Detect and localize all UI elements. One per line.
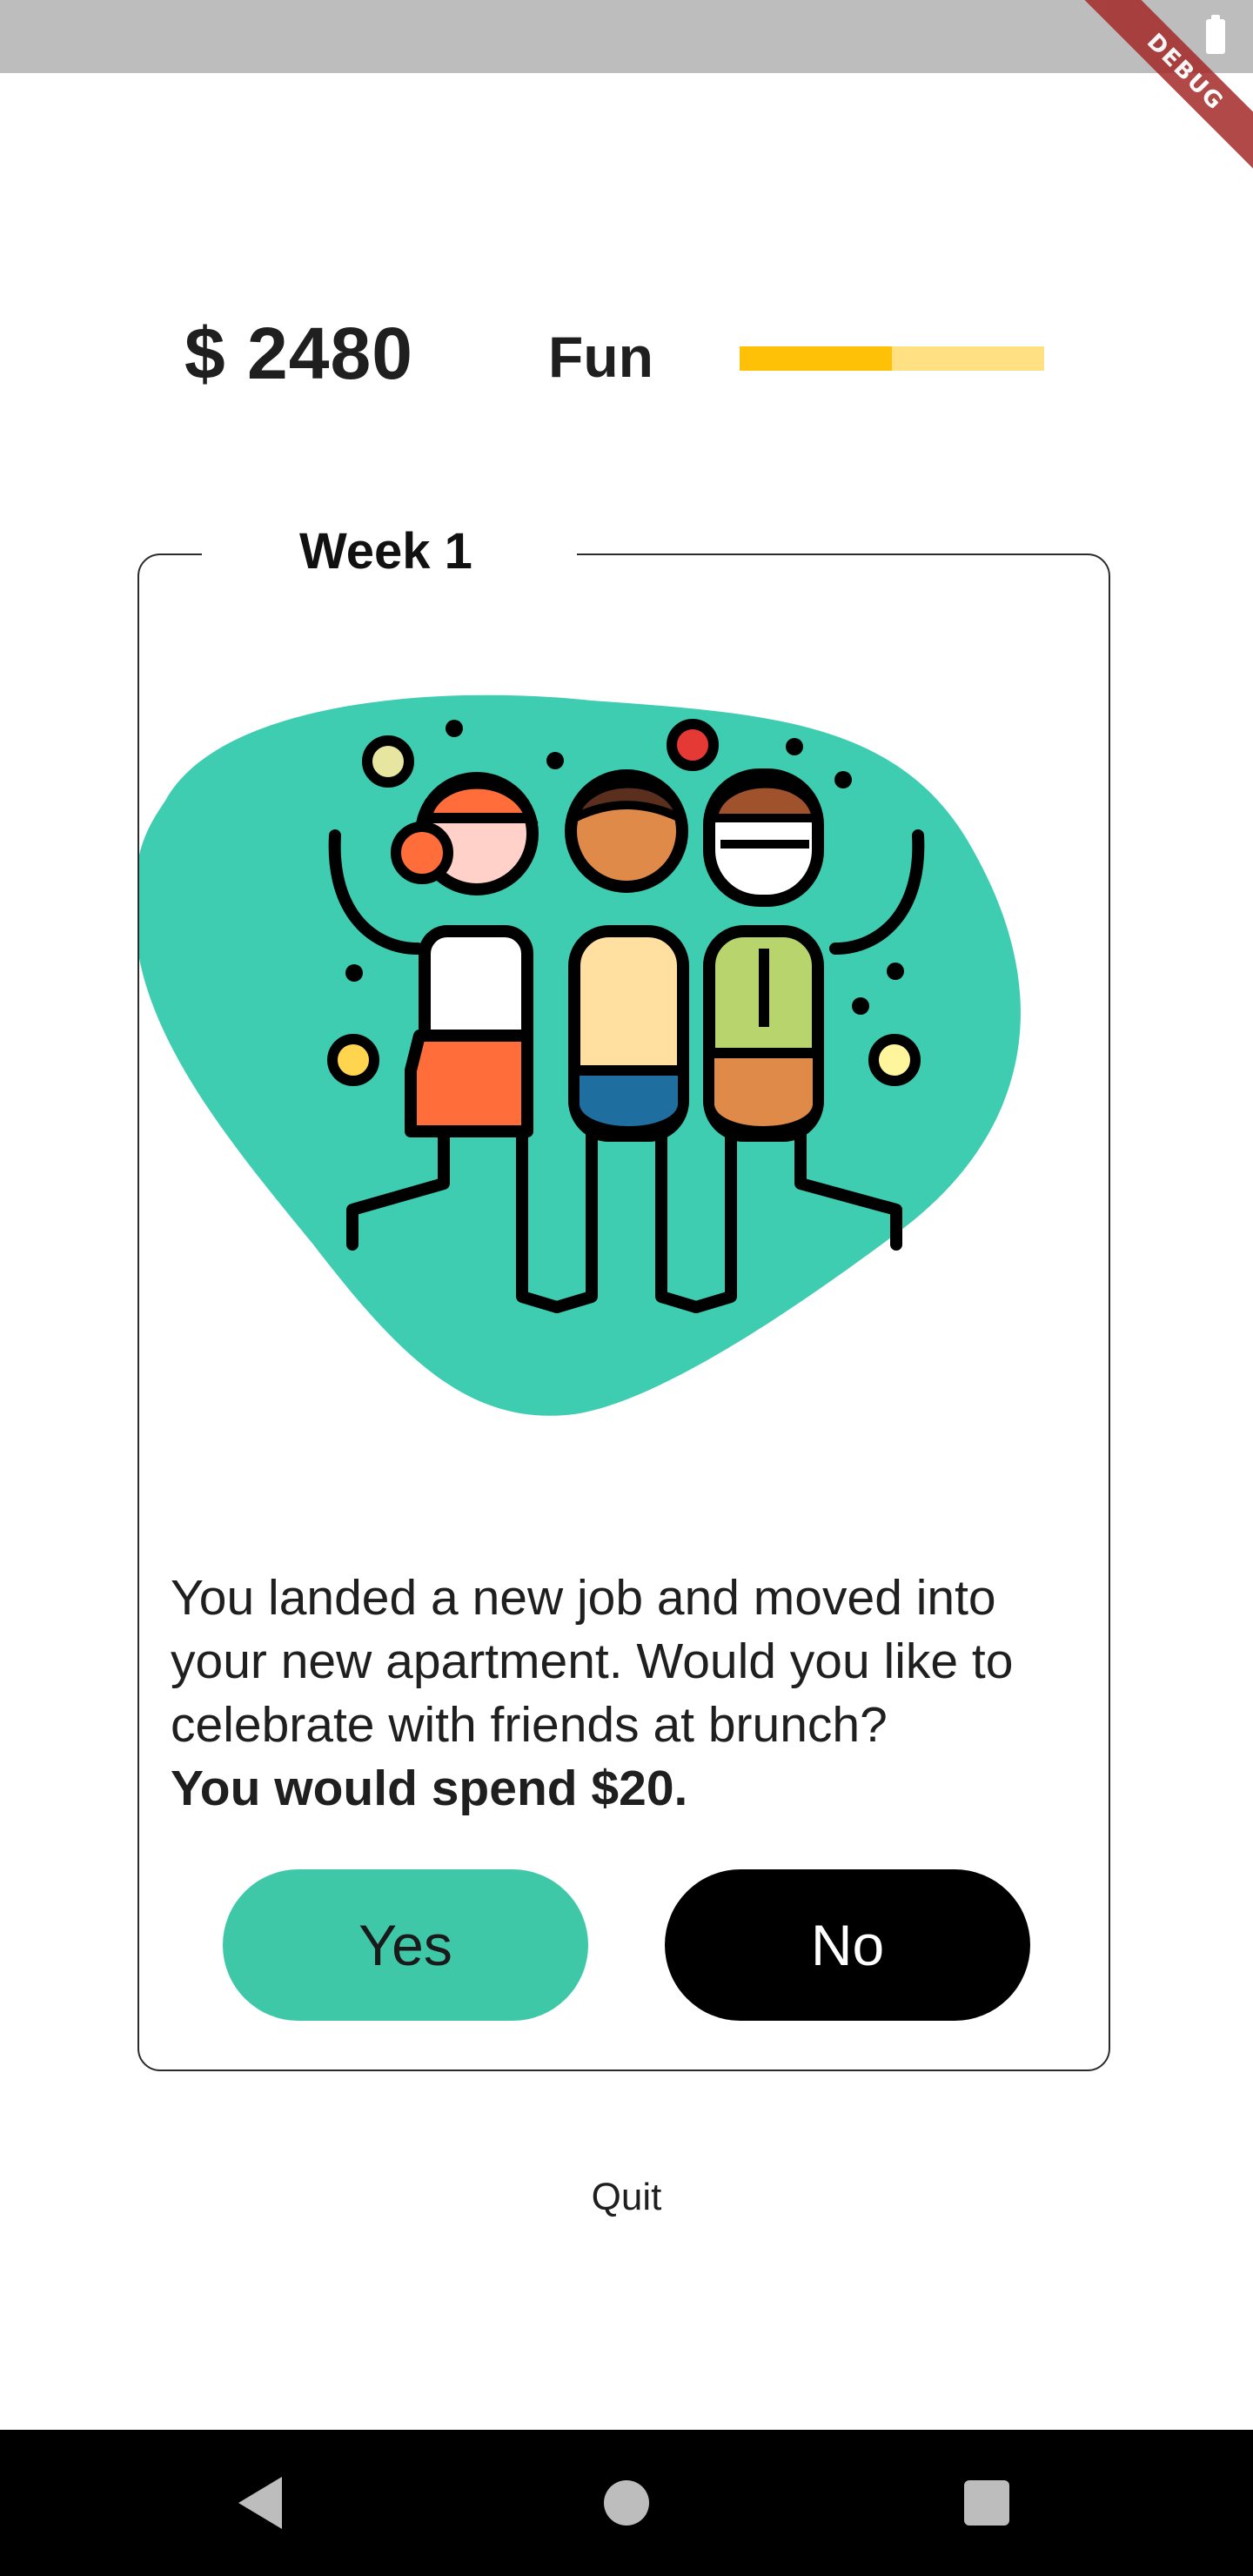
fun-progress-bar: [740, 346, 1044, 371]
event-cost-text: You would spend $20.: [171, 1761, 688, 1816]
no-button[interactable]: No: [665, 1869, 1030, 2021]
battery-icon: [1206, 15, 1225, 54]
fun-progress-fill: [740, 346, 892, 371]
money-balance: $ 2480: [184, 312, 413, 394]
back-triangle-icon[interactable]: [238, 2477, 282, 2529]
fun-label: Fun: [548, 325, 653, 389]
home-circle-icon[interactable]: [604, 2480, 649, 2526]
person-right: [703, 768, 824, 1142]
week-label-text: Week 1: [299, 523, 472, 580]
yes-button[interactable]: Yes: [223, 1869, 588, 2021]
quit-button[interactable]: Quit: [0, 2176, 1253, 2219]
event-prompt-text: You landed a new job and moved into your…: [171, 1570, 1014, 1753]
system-nav-bar: [0, 2430, 1253, 2576]
event-prompt: You landed a new job and moved into your…: [171, 1566, 1093, 1821]
person-middle: [565, 769, 689, 1142]
status-bar: [0, 0, 1253, 73]
recents-square-icon[interactable]: [964, 2480, 1009, 2526]
friends-celebrating-illustration: [139, 694, 1021, 1416]
week-label: Week 1: [202, 519, 577, 585]
